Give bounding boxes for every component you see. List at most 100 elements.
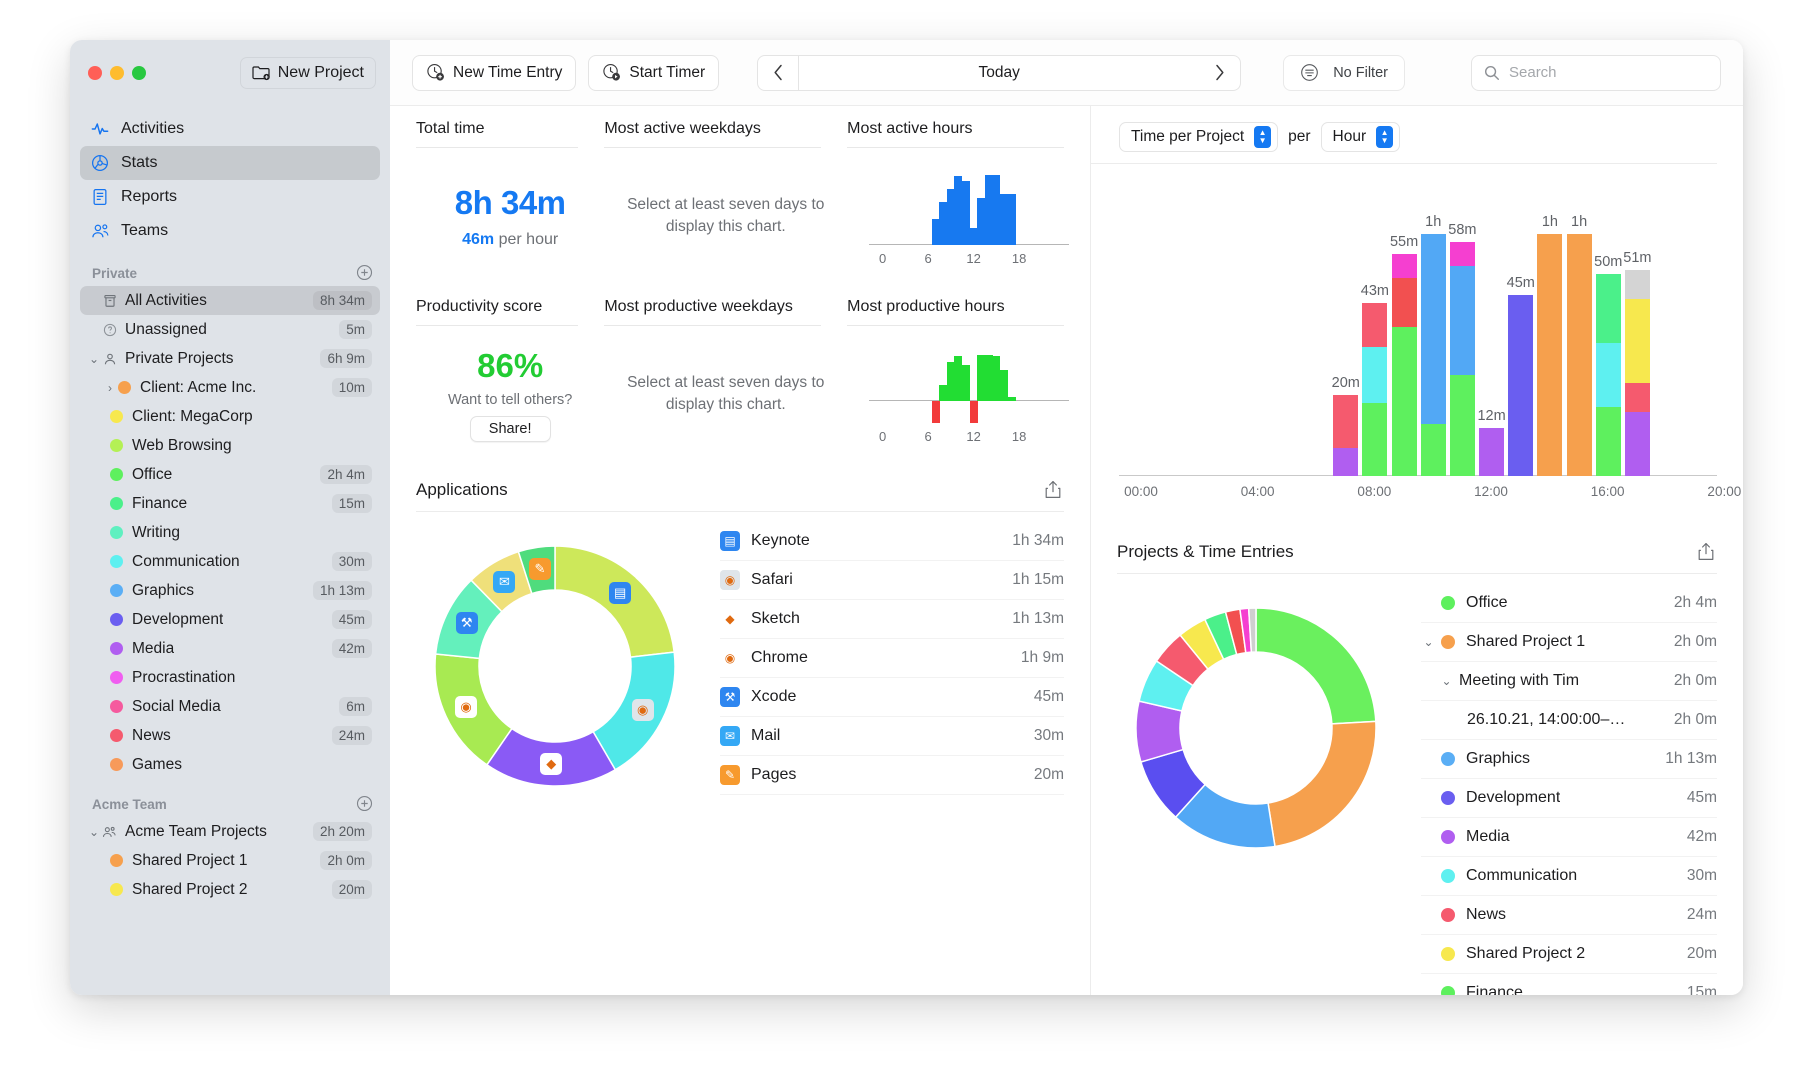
sidebar-project-time: 2h 0m — [320, 851, 372, 870]
sidebar-project-row[interactable]: Office 2h 4m — [80, 460, 380, 489]
sidebar-project-row[interactable]: Writing — [80, 518, 380, 547]
sidebar-project-row[interactable]: Unassigned 5m — [80, 315, 380, 344]
application-row[interactable]: ▤ Keynote 1h 34m — [720, 522, 1064, 561]
sidebar-project-row[interactable]: Procrastination — [80, 663, 380, 692]
chart-bar-segment — [1595, 274, 1621, 343]
sidebar-project-row[interactable]: Social Media 6m — [80, 692, 380, 721]
application-row[interactable]: ◉ Chrome 1h 9m — [720, 639, 1064, 678]
sidebar-project-row[interactable]: ⌄ Private Projects 6h 9m — [80, 344, 380, 373]
application-row[interactable]: ◉ Safari 1h 15m — [720, 561, 1064, 600]
zoom-button[interactable] — [132, 66, 146, 80]
next-day-button[interactable] — [1199, 54, 1242, 91]
chevron-down-icon[interactable]: ⌄ — [1439, 674, 1454, 688]
sidebar-project-label: Games — [132, 755, 182, 773]
project-color-dot — [110, 883, 123, 896]
sidebar-project-row[interactable]: › Client: Acme Inc. 10m — [80, 373, 380, 402]
project-row[interactable]: Communication 30m — [1421, 857, 1717, 896]
chart-bar-segment — [1420, 234, 1446, 424]
total-time-rate: 46m per hour — [462, 231, 558, 249]
filter-icon — [1300, 63, 1319, 82]
chevron-down-icon[interactable]: ⌄ — [86, 825, 102, 839]
sidebar-project-row[interactable]: Communication 30m — [80, 547, 380, 576]
chart-tick-label: 6 — [924, 429, 932, 444]
project-color-dot — [110, 854, 123, 867]
application-name: Keynote — [751, 532, 810, 549]
add-project-icon[interactable] — [356, 795, 374, 813]
chart-bar-segment — [1391, 254, 1417, 279]
chevron-right-icon[interactable]: › — [102, 381, 118, 395]
sidebar-project-row[interactable]: Client: MegaCorp — [80, 402, 380, 431]
sidebar-item-reports[interactable]: Reports — [80, 180, 380, 214]
sidebar-project-row[interactable]: All Activities 8h 34m — [80, 286, 380, 315]
project-row[interactable]: Graphics 1h 13m — [1421, 740, 1717, 779]
chart-tick-label: 00:00 — [1124, 484, 1158, 499]
project-name: Meeting with Tim — [1459, 672, 1580, 689]
share-icon[interactable] — [1697, 542, 1717, 562]
project-row[interactable]: Shared Project 2 20m — [1421, 935, 1717, 974]
xcode-icon: ⚒ — [720, 687, 740, 707]
add-project-icon[interactable] — [356, 264, 374, 282]
new-time-entry-button[interactable]: New Time Entry — [412, 54, 577, 91]
search-input[interactable]: Search — [1471, 54, 1721, 91]
application-row[interactable]: ◆ Sketch 1h 13m — [720, 600, 1064, 639]
new-project-button[interactable]: New Project — [239, 57, 376, 89]
mail-icon: ✉ — [720, 726, 740, 746]
sidebar-project-row[interactable]: Graphics 1h 13m — [80, 576, 380, 605]
project-color-dot — [110, 729, 123, 742]
application-row[interactable]: ✉ Mail 30m — [720, 717, 1064, 756]
project-color-dot — [110, 671, 123, 684]
chart-bar-label: 58m — [1448, 222, 1477, 239]
sidebar-project-row[interactable]: Media 42m — [80, 634, 380, 663]
sidebar-item-stats[interactable]: Stats — [80, 146, 380, 180]
chart-bar-segment — [1362, 302, 1388, 347]
application-name: Mail — [751, 727, 781, 744]
project-color-dot — [1441, 947, 1455, 961]
current-date-label[interactable]: Today — [799, 54, 1200, 91]
close-button[interactable] — [88, 66, 102, 80]
pages-icon: ✎ — [528, 558, 551, 581]
productivity-ask: Want to tell others? — [447, 391, 573, 408]
project-row[interactable]: ⌄ Meeting with Tim 2h 0m — [1421, 662, 1717, 701]
sidebar-project-row[interactable]: Web Browsing — [80, 431, 380, 460]
project-row[interactable]: Finance 15m — [1421, 974, 1717, 995]
project-row[interactable]: News 24m — [1421, 896, 1717, 935]
project-row[interactable]: Office 2h 4m — [1421, 584, 1717, 623]
project-row[interactable]: ⌄ Shared Project 1 2h 0m — [1421, 623, 1717, 662]
chart-bar-segment — [1449, 266, 1475, 376]
sidebar-project-row[interactable]: Development 45m — [80, 605, 380, 634]
project-row[interactable]: Development 45m — [1421, 779, 1717, 818]
sidebar-project-row[interactable]: Shared Project 2 20m — [80, 875, 380, 904]
archive-icon — [102, 293, 117, 308]
sidebar-project-row[interactable]: Shared Project 1 2h 0m — [80, 846, 380, 875]
chart-bar-segment — [1624, 270, 1650, 299]
share-button[interactable]: Share! — [469, 415, 551, 442]
metric-select[interactable]: Time per Project ▲ ▼ — [1119, 122, 1279, 152]
share-icon[interactable] — [1044, 480, 1064, 500]
application-row[interactable]: ⚒ Xcode 45m — [720, 678, 1064, 717]
minimize-button[interactable] — [110, 66, 124, 80]
project-name: 26.10.21, 14:00:00–… — [1467, 711, 1626, 728]
project-row[interactable]: Media 42m — [1421, 818, 1717, 857]
search-icon — [1484, 65, 1500, 81]
chart-stacked-bar — [1420, 234, 1446, 476]
filter-button[interactable]: No Filter — [1283, 54, 1405, 91]
chevron-down-icon[interactable]: ⌄ — [86, 352, 102, 366]
sidebar-project-row[interactable]: Finance 15m — [80, 489, 380, 518]
project-time: 2h 0m — [1673, 672, 1717, 689]
chart-tick-label: 20:00 — [1707, 484, 1742, 499]
sidebar-project-time: 24m — [331, 726, 372, 745]
sidebar-project-row[interactable]: News 24m — [80, 721, 380, 750]
sidebar-project-row[interactable]: Games — [80, 750, 380, 779]
unit-select[interactable]: Hour ▲ ▼ — [1320, 122, 1401, 152]
start-timer-button[interactable]: Start Timer — [588, 54, 720, 91]
sidebar-item-activities[interactable]: Activities — [80, 112, 380, 146]
chevron-down-icon[interactable]: ⌄ — [1421, 635, 1436, 649]
chart-controls: Time per Project ▲ ▼ per Hour ▲ ▼ — [1091, 106, 1717, 164]
project-row[interactable]: 26.10.21, 14:00:00–… 2h 0m — [1421, 701, 1717, 740]
sidebar-item-teams[interactable]: Teams — [80, 214, 380, 248]
sidebar-project-label: Client: MegaCorp — [132, 407, 253, 425]
sidebar-project-row[interactable]: ⌄ Acme Team Projects 2h 20m — [80, 817, 380, 846]
application-row[interactable]: ✎ Pages 20m — [720, 756, 1064, 795]
previous-day-button[interactable] — [757, 54, 800, 91]
chart-bar-segment — [1479, 427, 1505, 476]
